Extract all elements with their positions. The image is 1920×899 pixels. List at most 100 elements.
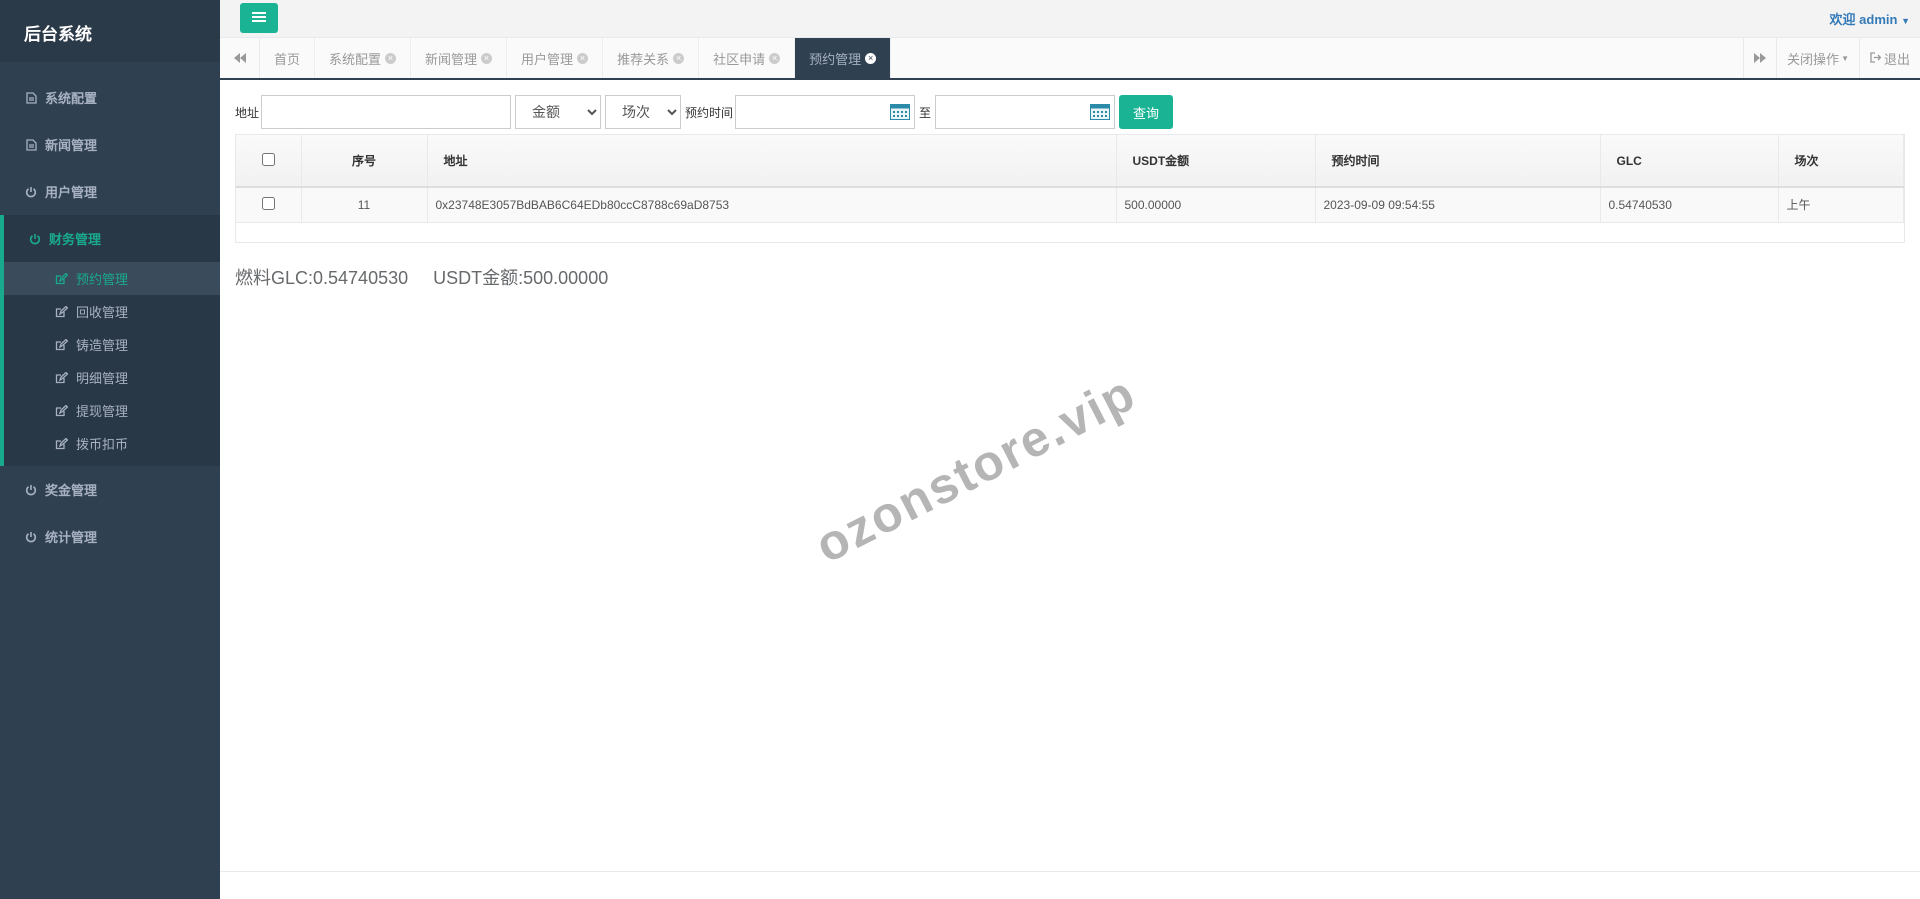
tab-label: 预约管理: [809, 51, 862, 67]
cell-usdt: 500.00000: [1116, 187, 1316, 223]
power-icon: [24, 483, 38, 497]
close-icon[interactable]: ×: [385, 52, 397, 64]
query-button[interactable]: 查询: [1119, 95, 1174, 129]
menu-toggle-button[interactable]: [240, 3, 278, 33]
edit-icon: [54, 305, 68, 318]
sidebar-subitem-coin-adjust[interactable]: 拨币扣币: [4, 427, 220, 460]
sidebar-item-system-config[interactable]: 系统配置: [0, 74, 220, 121]
sidebar-item-label: 新闻管理: [45, 138, 98, 153]
power-icon: [24, 530, 38, 544]
close-ops-label: 关闭操作: [1787, 51, 1840, 67]
select-all-checkbox[interactable]: [261, 152, 275, 166]
col-header-usdt[interactable]: USDT金额: [1116, 135, 1316, 188]
caret-down-icon: ▼: [1901, 16, 1910, 26]
start-date-input[interactable]: [735, 95, 916, 129]
sidebar-item-label: 系统配置: [45, 91, 98, 106]
col-header-session[interactable]: 场次: [1778, 135, 1904, 188]
address-input[interactable]: [261, 95, 512, 129]
tab-label: 社区申请: [713, 51, 766, 67]
end-date-input[interactable]: [935, 95, 1116, 129]
tab-label: 用户管理: [521, 51, 574, 67]
tab-bar: 首页 系统配置 × 新闻管理 × 用户管理 × 推荐关系 × 社区申请 × 预约管理 × 关…: [220, 38, 1920, 80]
tab-community[interactable]: 社区申请 ×: [699, 38, 796, 78]
cell-address: 0x23748E3057BdBAB6C64EDb80ccC8788c69aD87…: [427, 187, 1117, 223]
sidebar-subitem-label: 拨币扣币: [76, 437, 129, 452]
usdt-amount-total: USDT金额:500.00000: [433, 268, 609, 288]
edit-icon: [54, 437, 68, 450]
sign-out-icon: [1870, 51, 1882, 66]
table-header-row: 序号 地址 USDT金额 预约时间 GLC 场次: [236, 135, 1904, 188]
logout-button[interactable]: 退出: [1858, 38, 1920, 78]
sidebar-subitem-details[interactable]: 明细管理: [4, 361, 220, 394]
caret-down-icon: ▼: [1841, 53, 1849, 63]
sidebar-subitem-mint[interactable]: 铸造管理: [4, 328, 220, 361]
tab-actions: 关闭操作 ▼ 退出: [1743, 38, 1920, 78]
row-checkbox[interactable]: [261, 196, 275, 210]
cell-session: 上午: [1778, 187, 1904, 223]
close-icon[interactable]: ×: [577, 52, 589, 64]
col-header-time[interactable]: 预约时间: [1315, 135, 1601, 188]
file-icon: [24, 91, 38, 105]
summary-totals: 燃料GLC:0.54740530 USDT金额:500.00000: [235, 264, 628, 290]
sidebar-group-finance: 财务管理 预约管理 回收管理 铸造管理 明细管理 提现管理 拨币扣币: [0, 215, 220, 466]
tabs: 首页 系统配置 × 新闻管理 × 用户管理 × 推荐关系 × 社区申请 × 预约管理 ×: [260, 38, 892, 78]
col-header-address[interactable]: 地址: [427, 135, 1117, 188]
tab-reservation[interactable]: 预约管理 ×: [795, 38, 892, 78]
tab-system-config[interactable]: 系统配置 ×: [315, 38, 412, 78]
col-header-id[interactable]: 序号: [301, 135, 428, 188]
sidebar-subitem-recycle[interactable]: 回收管理: [4, 295, 220, 328]
edit-icon: [54, 272, 68, 285]
close-icon[interactable]: ×: [481, 52, 493, 64]
cell-time: 2023-09-09 09:54:55: [1315, 187, 1601, 223]
power-icon: [28, 232, 42, 246]
row-select-cell: [236, 187, 302, 223]
backward-icon: [233, 51, 246, 66]
close-ops-dropdown[interactable]: 关闭操作 ▼: [1776, 38, 1859, 78]
forward-icon: [1754, 51, 1767, 66]
power-icon: [24, 185, 38, 199]
tab-users[interactable]: 用户管理 ×: [507, 38, 604, 78]
brand-title: 后台系统: [0, 0, 220, 62]
sidebar-item-news[interactable]: 新闻管理: [0, 121, 220, 168]
edit-icon: [54, 371, 68, 384]
table-row[interactable]: 11 0x23748E3057BdBAB6C64EDb80ccC8788c69a…: [236, 187, 1904, 223]
sidebar-item-statistics[interactable]: 统计管理: [0, 513, 220, 560]
tab-label: 推荐关系: [617, 51, 670, 67]
sidebar-subitem-label: 提现管理: [76, 404, 129, 419]
tab-referral[interactable]: 推荐关系 ×: [603, 38, 700, 78]
tab-scroll-left-button[interactable]: [220, 38, 260, 78]
reserve-time-label: 预约时间: [685, 105, 734, 120]
sidebar-item-bonus[interactable]: 奖金管理: [0, 466, 220, 513]
sidebar-subitem-label: 明细管理: [76, 371, 129, 386]
session-select[interactable]: 场次: [605, 95, 682, 129]
sidebar-item-users[interactable]: 用户管理: [0, 168, 220, 215]
address-label: 地址: [235, 105, 260, 120]
close-icon[interactable]: ×: [865, 52, 877, 64]
main-content: 地址 金额 场次 预约时间 至 查询 序号 地址 USDT金额 预约时间 GLC…: [220, 80, 1920, 899]
tab-scroll-right-button[interactable]: [1743, 38, 1776, 78]
calendar-icon[interactable]: [890, 104, 911, 120]
cell-id: 11: [301, 187, 428, 223]
search-form: 地址 金额 场次 预约时间 至 查询: [235, 95, 1174, 129]
amount-select[interactable]: 金额: [515, 95, 602, 129]
tab-home[interactable]: 首页: [260, 38, 316, 78]
file-icon: [24, 138, 38, 152]
close-icon[interactable]: ×: [769, 52, 781, 64]
sidebar-item-finance[interactable]: 财务管理: [4, 215, 220, 262]
close-icon[interactable]: ×: [673, 52, 685, 64]
tab-news[interactable]: 新闻管理 ×: [411, 38, 508, 78]
sidebar-item-label: 用户管理: [45, 185, 98, 200]
logout-label: 退出: [1883, 51, 1910, 67]
sidebar: 后台系统 系统配置 新闻管理 用户管理 财务管理 预约管理 回收管理 铸造管理: [0, 0, 220, 899]
cell-glc: 0.54740530: [1600, 187, 1779, 223]
sidebar-subitem-reservation[interactable]: 预约管理: [4, 262, 220, 295]
hamburger-icon: [252, 11, 266, 26]
sidebar-item-label: 统计管理: [45, 530, 98, 545]
col-header-glc[interactable]: GLC: [1600, 135, 1779, 188]
calendar-icon[interactable]: [1090, 104, 1111, 120]
select-all-cell: [236, 135, 302, 188]
footer-divider: [220, 871, 1920, 872]
user-welcome-dropdown[interactable]: 欢迎 admin ▼: [1830, 9, 1910, 28]
sidebar-subitem-withdraw[interactable]: 提现管理: [4, 394, 220, 427]
sidebar-subitem-label: 预约管理: [76, 272, 129, 287]
